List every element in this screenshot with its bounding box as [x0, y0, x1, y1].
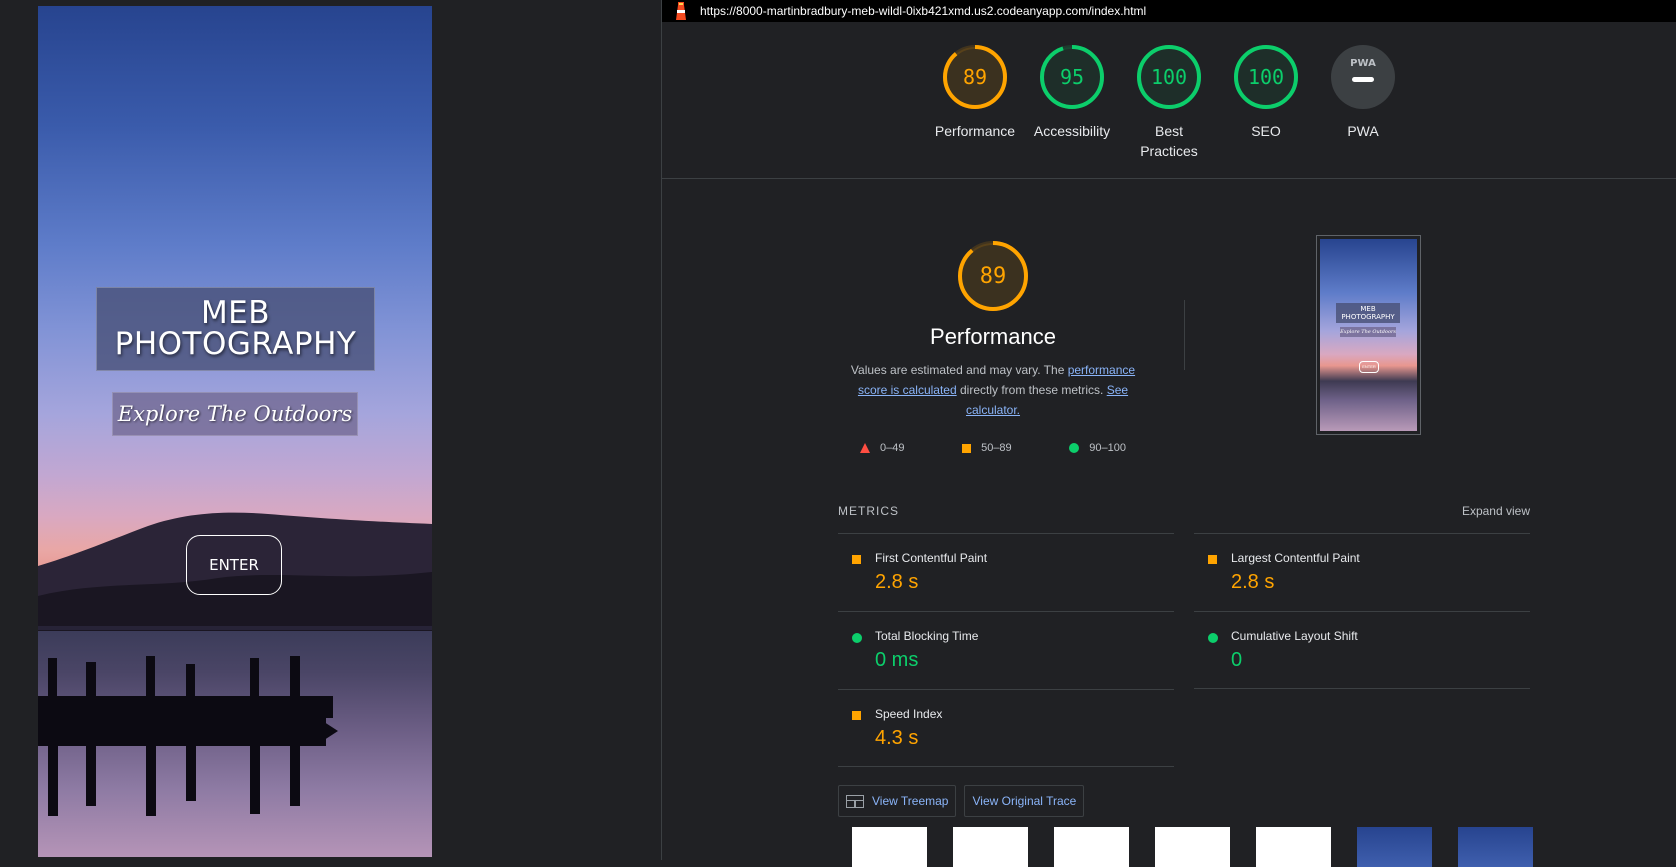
gauge-label: SEO	[1251, 123, 1281, 139]
metric-name: Largest Contentful Paint	[1231, 551, 1360, 565]
square-icon	[852, 711, 861, 720]
legend-pass: 90–100	[1069, 442, 1126, 454]
filmstrip-frame	[852, 827, 927, 867]
metric-first-contentful-paint: First Contentful Paint 2.8 s	[838, 533, 1174, 611]
gauge-accessibility[interactable]: 95 Accessibility	[1024, 44, 1121, 161]
performance-summary: 89 Performance Values are estimated and …	[838, 240, 1148, 454]
desc-text: directly from these metrics.	[956, 383, 1107, 397]
lighthouse-report: https://8000-martinbradbury-meb-wildl-0i…	[661, 0, 1676, 867]
thumbnail-tagline: Explore The Outdoors	[1340, 327, 1396, 337]
view-treemap-button[interactable]: View Treemap	[838, 785, 957, 817]
triangle-icon	[860, 443, 870, 453]
filmstrip-frame	[1458, 827, 1533, 867]
gauge-seo[interactable]: 100 SEO	[1218, 44, 1315, 161]
gauge-score: 100	[1150, 65, 1188, 89]
metric-value: 0	[1231, 649, 1243, 671]
filmstrip-frame	[953, 827, 1028, 867]
circle-icon	[1069, 443, 1080, 453]
score-gauges: 89 Performance 95 Accessibility 100 Best…	[662, 44, 1676, 161]
metric-speed-index: Speed Index 4.3 s	[838, 689, 1174, 767]
metric-name: Total Blocking Time	[875, 629, 979, 643]
score-legend: 0–49 50–89 90–100	[838, 442, 1148, 454]
header-divider	[662, 178, 1676, 179]
site-title: MEB PHOTOGRAPHY	[114, 295, 357, 362]
metric-name: Cumulative Layout Shift	[1231, 629, 1358, 643]
view-original-trace-label: View Original Trace	[972, 794, 1077, 808]
legend-average-label: 50–89	[981, 442, 1012, 454]
metric-value: 2.8 s	[1231, 571, 1275, 593]
gauge-score: 100	[1247, 65, 1285, 89]
metric-value: 0 ms	[875, 649, 919, 671]
pwa-badge-text: PWA	[1350, 58, 1376, 69]
gauge-label: Best Practices	[1140, 123, 1198, 159]
performance-score: 89	[979, 263, 1007, 289]
performance-gauge: 89	[957, 240, 1029, 312]
metrics-header: METRICS Expand view	[838, 504, 1530, 518]
performance-description: Values are estimated and may vary. The p…	[838, 360, 1148, 420]
filmstrip-frame	[1155, 827, 1230, 867]
pwa-badge-icon: PWA	[1331, 45, 1395, 109]
final-screenshot-thumbnail[interactable]: MEB PHOTOGRAPHY Explore The Outdoors ENT…	[1316, 235, 1421, 435]
tagline-box: Explore The Outdoors	[112, 392, 358, 436]
gauge-label: Accessibility	[1033, 123, 1111, 139]
metric-cumulative-layout-shift: Cumulative Layout Shift 0	[1194, 611, 1530, 689]
lighthouse-icon	[674, 2, 688, 20]
summary-divider	[1184, 300, 1185, 370]
metric-value: 2.8 s	[875, 571, 919, 593]
circle-icon	[852, 633, 862, 643]
square-icon	[852, 555, 861, 564]
report-actions: View Treemap View Original Trace	[838, 785, 1085, 817]
filmstrip-frame	[1054, 827, 1129, 867]
legend-fail: 0–49	[860, 442, 904, 454]
enter-button[interactable]: ENTER	[186, 535, 282, 595]
site-title-box: MEB PHOTOGRAPHY	[96, 287, 375, 371]
gauge-score: 89	[962, 65, 988, 89]
site-preview: MEB PHOTOGRAPHY Explore The Outdoors ENT…	[38, 6, 432, 857]
gauge-score: 95	[1059, 65, 1085, 89]
legend-pass-label: 90–100	[1089, 442, 1126, 454]
metric-name: First Contentful Paint	[875, 551, 988, 565]
performance-title: Performance	[930, 324, 1056, 349]
circle-icon	[1208, 633, 1218, 643]
desc-text: Values are estimated and may vary. The	[850, 363, 1068, 377]
expand-view-toggle[interactable]: Expand view	[1462, 504, 1530, 518]
report-url-bar: https://8000-martinbradbury-meb-wildl-0i…	[662, 0, 1676, 22]
metric-name: Speed Index	[875, 707, 943, 721]
legend-fail-label: 0–49	[880, 442, 905, 454]
legend-average: 50–89	[962, 442, 1012, 454]
report-url[interactable]: https://8000-martinbradbury-meb-wildl-0i…	[700, 4, 1146, 18]
square-icon	[962, 443, 972, 453]
gauge-label: PWA	[1347, 123, 1379, 139]
thumbnail-image: MEB PHOTOGRAPHY Explore The Outdoors ENT…	[1320, 239, 1417, 431]
metrics-title: METRICS	[838, 504, 899, 518]
site-tagline: Explore The Outdoors	[117, 402, 353, 426]
filmstrip	[852, 827, 1533, 867]
metric-largest-contentful-paint: Largest Contentful Paint 2.8 s	[1194, 533, 1530, 611]
device-preview-pane: MEB PHOTOGRAPHY Explore The Outdoors ENT…	[0, 0, 661, 860]
metric-value: 4.3 s	[875, 727, 919, 749]
metrics-grid: First Contentful Paint 2.8 s Largest Con…	[838, 533, 1530, 767]
metric-total-blocking-time: Total Blocking Time 0 ms	[838, 611, 1174, 689]
filmstrip-frame	[1357, 827, 1432, 867]
gauge-best-practices[interactable]: 100 Best Practices	[1121, 44, 1218, 161]
gauge-pwa[interactable]: PWA PWA	[1315, 44, 1412, 161]
gauge-label: Performance	[934, 123, 1016, 139]
view-treemap-label: View Treemap	[872, 794, 949, 808]
view-original-trace-button[interactable]: View Original Trace	[964, 785, 1085, 817]
gauge-performance[interactable]: 89 Performance	[927, 44, 1024, 161]
thumbnail-title: MEB PHOTOGRAPHY	[1336, 303, 1400, 323]
thumbnail-enter: ENTER	[1359, 361, 1379, 373]
filmstrip-frame	[1256, 827, 1331, 867]
square-icon	[1208, 555, 1217, 564]
treemap-icon	[846, 794, 864, 808]
